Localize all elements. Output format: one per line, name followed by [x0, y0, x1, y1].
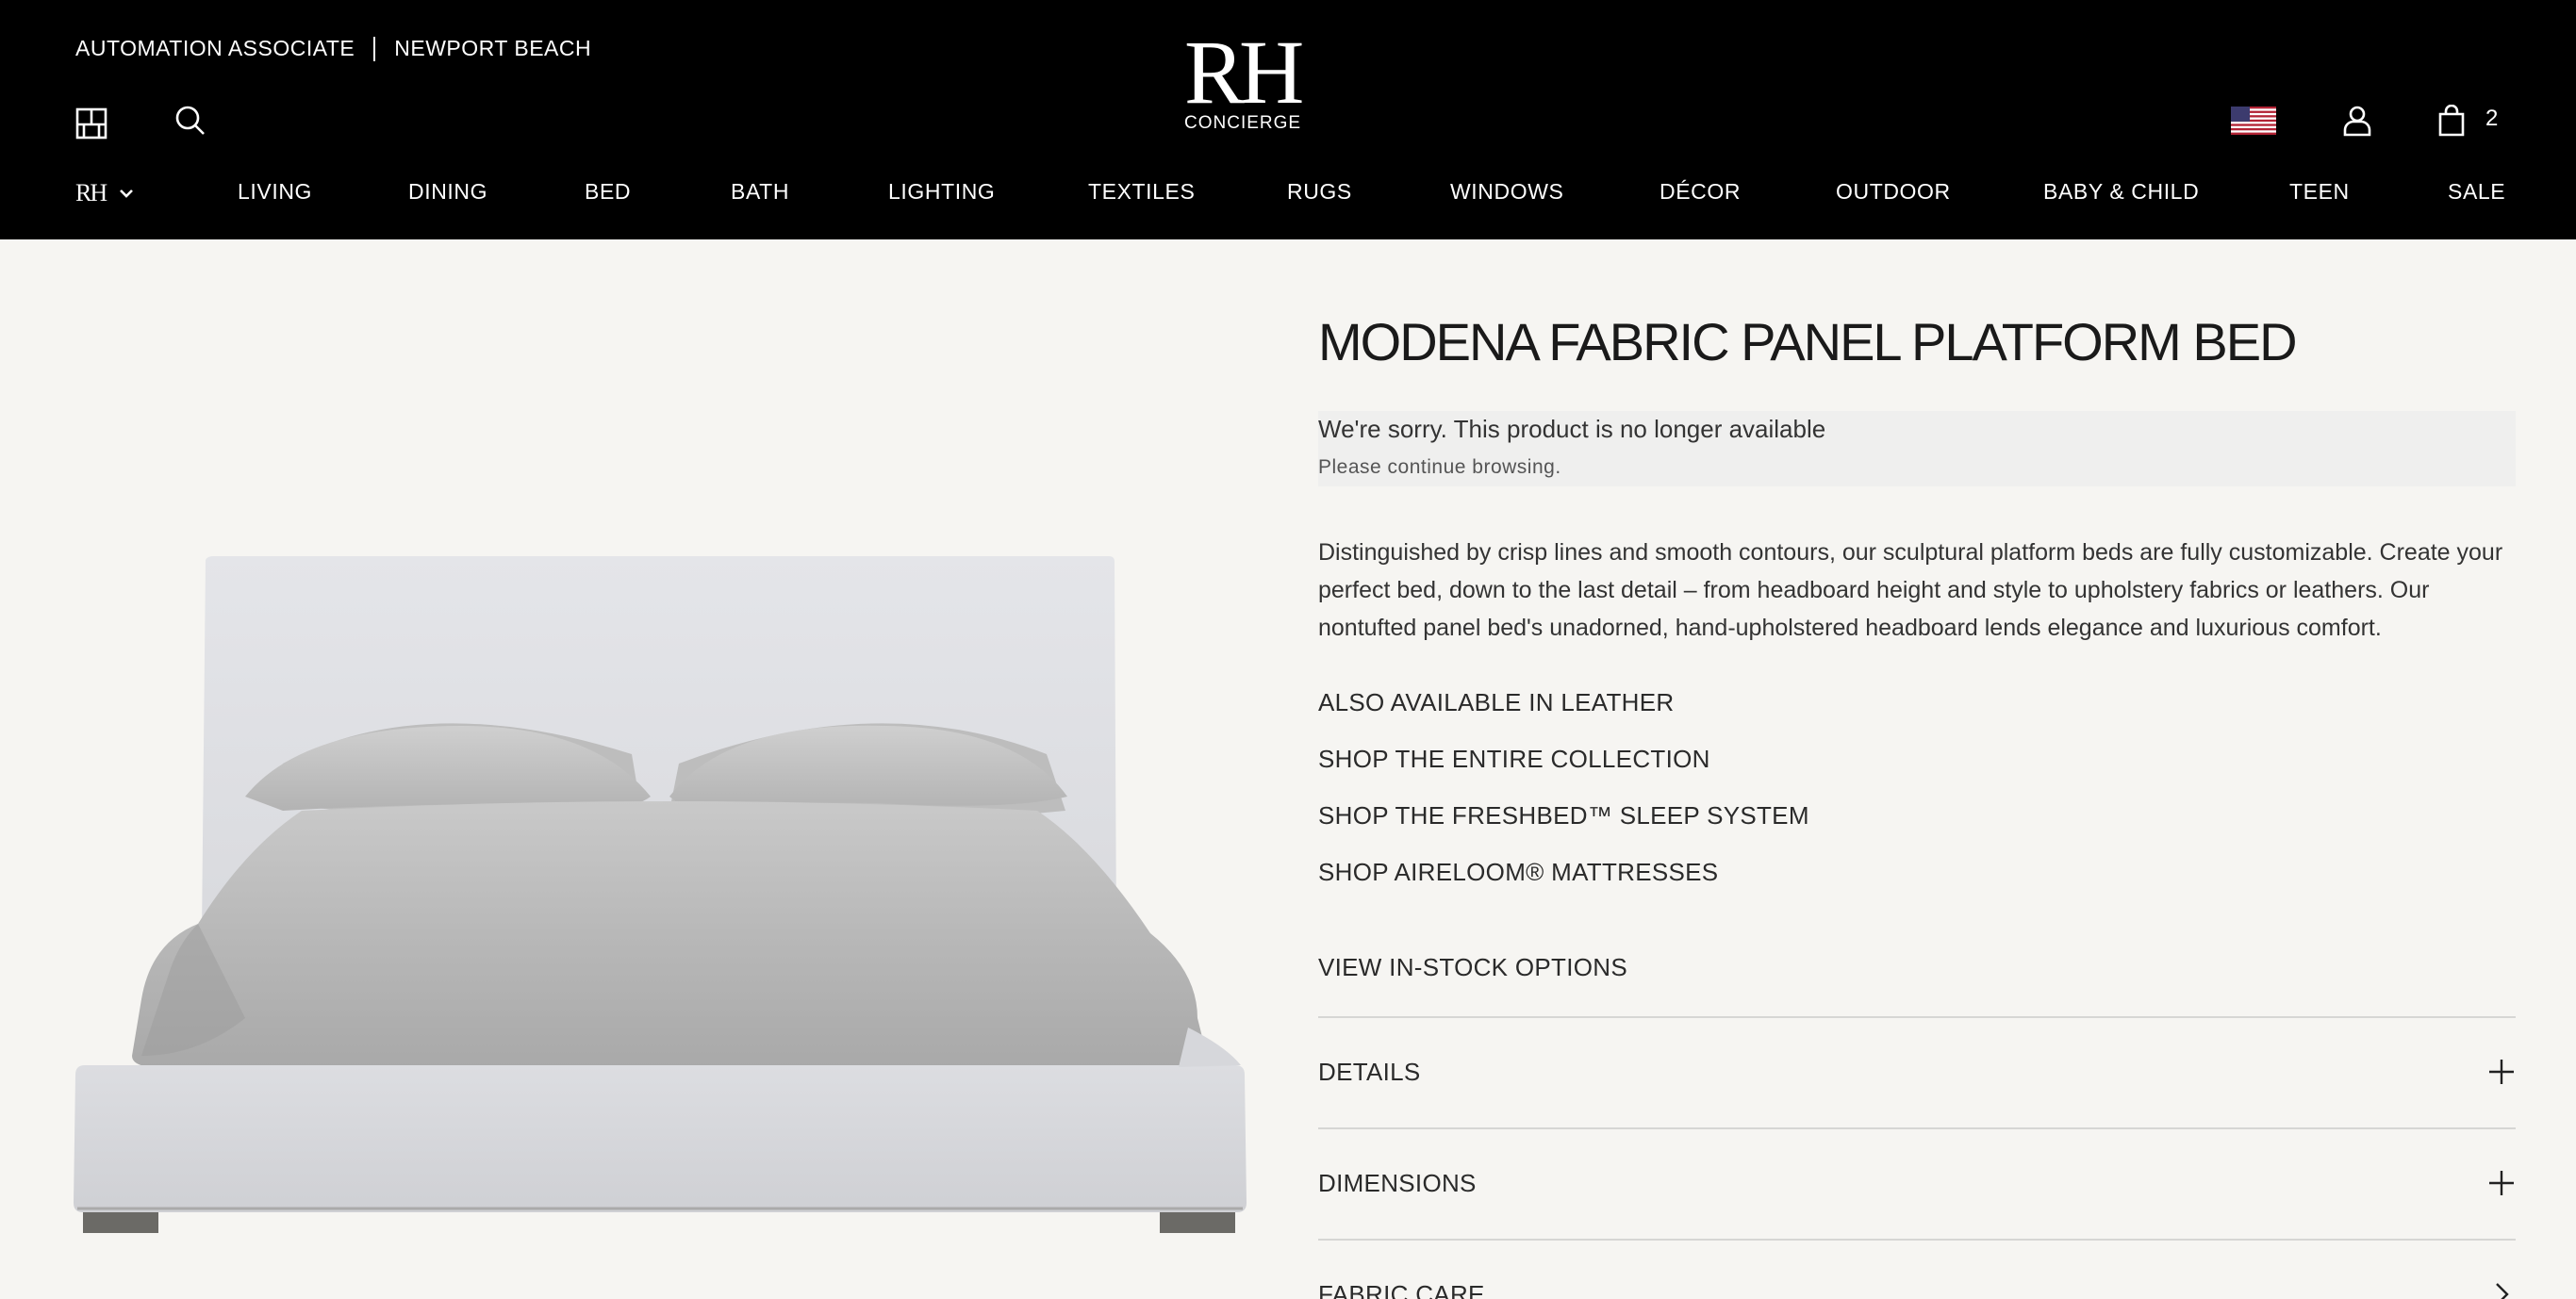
us-flag-icon[interactable]	[2231, 107, 2276, 135]
account-icon[interactable]	[2338, 102, 2376, 140]
unavailable-message: We're sorry. This product is no longer a…	[1318, 415, 1826, 443]
plus-icon[interactable]	[2487, 1169, 2516, 1197]
section-divider	[1318, 1239, 2516, 1241]
nav-item-bath[interactable]: BATH	[731, 179, 789, 205]
product-image[interactable]	[66, 528, 1273, 1244]
view-in-stock-link[interactable]: VIEW IN-STOCK OPTIONS	[1318, 953, 1627, 982]
nav-item-outdoor[interactable]: OUTDOOR	[1836, 179, 1951, 205]
section-divider	[1318, 1016, 2516, 1018]
nav-item-decor[interactable]: DÉCOR	[1660, 179, 1741, 205]
link-freshbed-system[interactable]: SHOP THE FRESHBED™ SLEEP SYSTEM	[1318, 801, 1809, 830]
unavailable-notice: We're sorry. This product is no longer a…	[1318, 411, 2516, 486]
unavailable-sub-message: Please continue browsing.	[1318, 456, 1561, 478]
main-navigation: RH LIVING DINING BED BATH LIGHTING TEXTI…	[0, 168, 2576, 217]
brand-menu-toggle[interactable]: RH	[75, 179, 134, 207]
nav-item-sale[interactable]: SALE	[2448, 179, 2505, 205]
chevron-right-icon[interactable]	[2487, 1280, 2516, 1299]
accordion-dimensions[interactable]: DIMENSIONS	[1318, 1158, 2516, 1214]
rh-concierge-logo[interactable]: RH CONCIERGE	[1184, 22, 1304, 134]
associate-divider	[373, 36, 376, 61]
nav-item-rugs[interactable]: RUGS	[1287, 179, 1352, 205]
nav-item-teen[interactable]: TEEN	[2289, 179, 2350, 205]
link-aireloom-mattresses[interactable]: SHOP AIRELOOM® MATTRESSES	[1318, 858, 1718, 887]
link-entire-collection[interactable]: SHOP THE ENTIRE COLLECTION	[1318, 745, 1710, 774]
associate-role: AUTOMATION ASSOCIATE	[75, 36, 355, 60]
logo-subtext: CONCIERGE	[1184, 113, 1302, 133]
section-divider	[1318, 1127, 2516, 1129]
accordion-fabric-care[interactable]: FABRIC CARE	[1318, 1269, 2516, 1299]
plus-icon[interactable]	[2487, 1058, 2516, 1086]
nav-item-bed[interactable]: BED	[585, 179, 631, 205]
accordion-details[interactable]: DETAILS	[1318, 1046, 2516, 1103]
chevron-down-icon	[120, 189, 134, 198]
accordion-dimensions-label: DIMENSIONS	[1318, 1169, 1477, 1197]
associate-info: AUTOMATION ASSOCIATE NEWPORT BEACH	[75, 36, 591, 61]
nav-item-windows[interactable]: WINDOWS	[1450, 179, 1563, 205]
cart-count-badge[interactable]: 2	[2485, 106, 2498, 132]
product-description: Distinguished by crisp lines and smooth …	[1318, 539, 2503, 641]
logo-text: RH	[1184, 22, 1304, 123]
store-location[interactable]: NEWPORT BEACH	[394, 36, 591, 61]
shopping-bag-icon[interactable]	[2433, 102, 2470, 140]
nav-item-dining[interactable]: DINING	[408, 179, 487, 205]
nav-item-living[interactable]: LIVING	[238, 179, 312, 205]
accordion-fabric-care-label: FABRIC CARE	[1318, 1280, 1485, 1299]
nav-item-textiles[interactable]: TEXTILES	[1088, 179, 1195, 205]
product-title: MODENA FABRIC PANEL PLATFORM BED	[1318, 312, 2298, 371]
site-header: AUTOMATION ASSOCIATE NEWPORT BEACH RH CO…	[0, 0, 2576, 239]
nav-item-baby-child[interactable]: BABY & CHILD	[2043, 179, 2199, 205]
nav-item-lighting[interactable]: LIGHTING	[888, 179, 995, 205]
link-leather-option[interactable]: ALSO AVAILABLE IN LEATHER	[1318, 688, 1674, 717]
search-icon[interactable]	[172, 102, 209, 140]
brand-menu-label: RH	[75, 179, 107, 206]
accordion-details-label: DETAILS	[1318, 1058, 1421, 1086]
gallery-icon[interactable]	[74, 106, 109, 141]
